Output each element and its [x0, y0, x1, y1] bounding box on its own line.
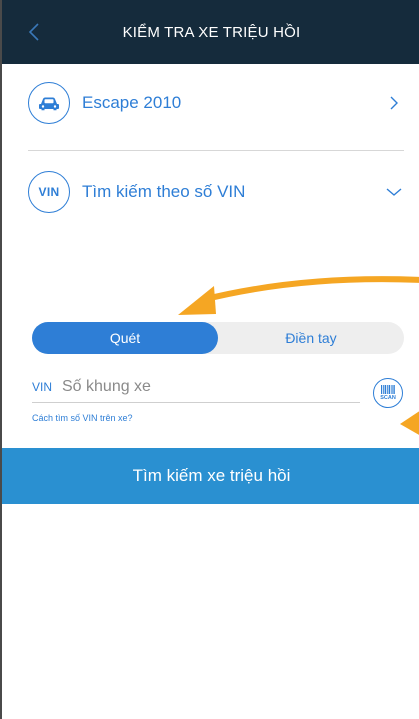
header-bar: KIỂM TRA XE TRIỆU HỒI: [2, 0, 419, 64]
vin-input[interactable]: [62, 374, 358, 400]
scan-barcode-button[interactable]: SCAN: [373, 378, 403, 408]
vin-search-row[interactable]: VIN Tìm kiếm theo số VIN: [28, 152, 404, 232]
vehicle-name: Escape 2010: [82, 93, 182, 112]
vin-help-link[interactable]: Cách tìm số VIN trên xe?: [32, 413, 133, 423]
app-screen: KIỂM TRA XE TRIỆU HỒI Escape 2010 VIN Tì…: [0, 0, 419, 719]
chevron-left-icon: [28, 23, 39, 41]
search-recall-button[interactable]: Tìm kiếm xe triệu hồi: [2, 448, 419, 504]
chevron-down-icon: [384, 182, 404, 202]
divider: [28, 150, 404, 151]
vin-input-underline: [32, 402, 360, 403]
car-icon: [28, 82, 70, 124]
vehicle-select-row[interactable]: Escape 2010: [28, 63, 404, 143]
barcode-icon: [381, 385, 395, 394]
annotation-arrow-to-segment: [178, 276, 419, 315]
annotation-arrow-to-scan: [400, 411, 419, 435]
vin-icon: VIN: [28, 171, 70, 213]
input-mode-segment: Quét Điền tay: [32, 322, 404, 354]
vin-icon-text: VIN: [38, 185, 60, 199]
vin-search-label: Tìm kiếm theo số VIN: [82, 182, 246, 201]
back-button[interactable]: [20, 18, 48, 46]
page-title: KIỂM TRA XE TRIỆU HỒI: [122, 23, 301, 41]
tab-scan[interactable]: Quét: [32, 322, 218, 354]
vin-prefix-label: VIN: [32, 380, 53, 394]
chevron-right-icon: [384, 93, 404, 113]
tab-manual-entry[interactable]: Điền tay: [218, 322, 404, 354]
scan-label: SCAN: [380, 395, 396, 401]
